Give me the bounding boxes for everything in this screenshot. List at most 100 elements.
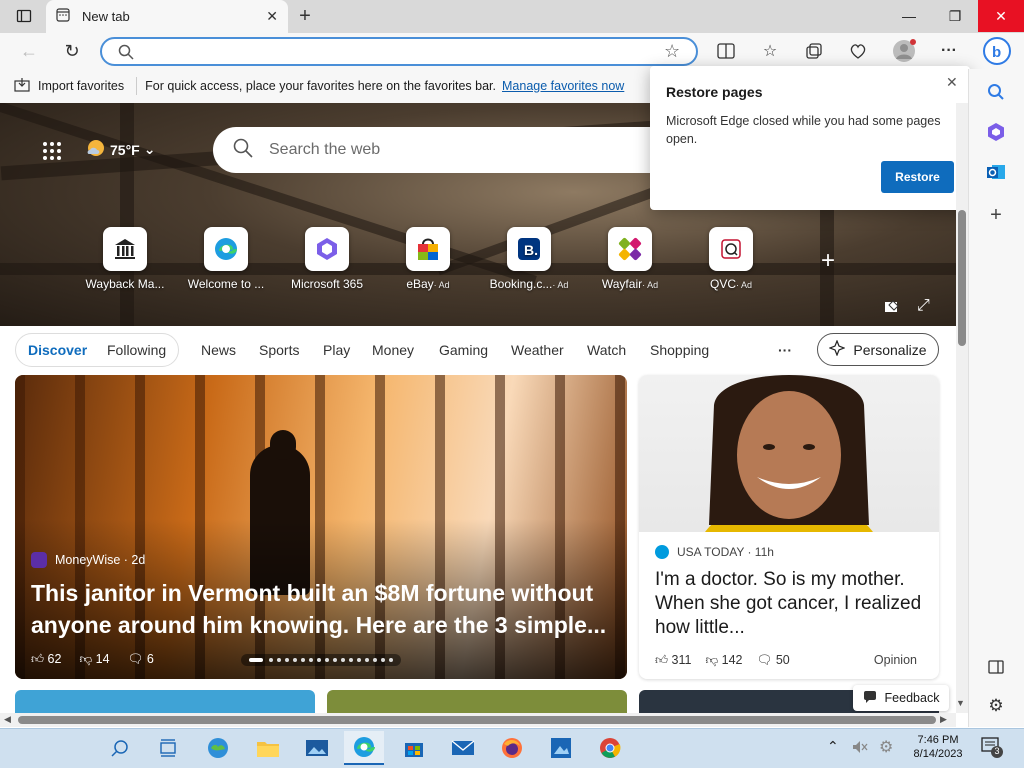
nav-watch[interactable]: Watch [587,342,626,358]
nav-play[interactable]: Play [323,342,350,358]
scroll-left-arrow-icon[interactable]: ◀ [4,714,11,725]
favorites-icon[interactable]: ☆ [755,36,785,66]
like-button[interactable]: 👍︎ 311 [655,653,691,668]
chrome-icon[interactable] [590,731,630,765]
dislike-button[interactable]: 👎︎ 14 [79,652,109,667]
tile-label: eBay [406,277,434,291]
widgets-weather-icon[interactable] [198,731,238,765]
edge-taskbar-icon[interactable] [344,731,384,765]
hide-sidebar-icon[interactable] [984,655,1008,679]
outlook-icon[interactable] [984,160,1008,184]
museum-icon [103,227,147,271]
browser-tab[interactable]: New tab ✕ [46,0,288,33]
add-shortcut-button[interactable]: + [821,247,835,275]
shopping-bag-icon [406,227,450,271]
favorite-star-icon[interactable]: ☆ [664,41,680,62]
weather-widget[interactable]: 75°F ⌄ [84,136,155,163]
nav-more-button[interactable]: ··· [778,342,792,358]
restore-window-button[interactable]: ❐ [932,0,978,32]
network-settings-icon[interactable]: ⚙ [879,737,893,757]
tab-discover[interactable]: Discover [28,342,87,358]
address-bar[interactable]: ☆ [100,37,698,66]
close-tab-icon[interactable]: ✕ [266,8,278,25]
refresh-button[interactable]: ↻ [57,36,87,66]
scroll-right-arrow-icon[interactable]: ▶ [940,714,947,725]
mail-icon[interactable] [443,731,483,765]
task-view-icon[interactable] [148,731,188,765]
bing-chat-icon[interactable]: b [983,37,1011,65]
photos-app-icon[interactable] [297,731,337,765]
nav-gaming[interactable]: Gaming [439,342,488,358]
settings-gear-icon[interactable]: ⚙ [984,694,1008,718]
search-icon[interactable] [984,80,1008,104]
close-window-button[interactable]: ✕ [978,0,1024,32]
split-screen-icon[interactable] [711,36,741,66]
personalize-button[interactable]: Personalize [817,333,939,366]
taskbar-clock[interactable]: 7:46 PM 8/14/2023 [906,733,970,761]
article-card-stub[interactable] [15,690,315,714]
tile-microsoft365[interactable]: Microsoft 365 [282,227,372,291]
show-hidden-icons-chevron[interactable]: ⌃ [827,738,839,755]
article-source-label: USA TODAY · 11h [677,545,774,559]
manage-favorites-link[interactable]: Manage favorites now [502,79,624,93]
tile-booking[interactable]: B. Booking.c...· Ad [484,227,574,291]
nav-news[interactable]: News [201,342,236,358]
nav-shopping[interactable]: Shopping [650,342,709,358]
tile-qvc[interactable]: QVC· Ad [686,227,776,291]
volume-muted-icon[interactable] [852,740,868,757]
carousel-indicator[interactable] [241,654,401,666]
chevron-down-icon: ⌄ [143,141,156,157]
article-reactions: 👍︎ 62 👎︎ 14 🗨︎ 6 [31,652,154,667]
web-search-box[interactable]: Search the web [213,127,673,173]
divider [136,77,138,95]
comments-button[interactable]: 🗨︎ 6 [128,652,154,667]
office-icon[interactable] [984,120,1008,144]
minimize-button[interactable]: — [886,0,932,32]
main-article-card[interactable]: MoneyWise · 2d This janitor in Vermont b… [15,375,627,679]
feedback-label: Feedback [884,691,940,705]
profile-avatar[interactable] [889,36,919,66]
comments-button[interactable]: 🗨︎ 50 [757,653,790,668]
nav-weather[interactable]: Weather [511,342,564,358]
apps-launcher-icon[interactable] [42,141,62,164]
new-tab-button[interactable]: + [290,1,320,31]
tab-following[interactable]: Following [107,342,166,358]
import-favorites-button[interactable]: Import favorites [38,79,124,93]
back-button[interactable]: ← [14,36,44,66]
edit-background-icon[interactable] [884,298,900,317]
personalize-label: Personalize [853,341,927,358]
restore-button[interactable]: Restore [881,161,954,193]
more-options-button[interactable]: ··· [934,36,964,66]
feedback-button[interactable]: Feedback [853,685,949,711]
paint-app-icon[interactable] [541,731,581,765]
collections-icon[interactable] [799,36,829,66]
vertical-scrollbar[interactable] [956,103,968,713]
add-sidebar-app-icon[interactable]: + [984,203,1008,227]
browser-essentials-icon[interactable] [843,36,873,66]
dislike-button[interactable]: 👎︎ 142 [705,653,742,668]
firefox-icon[interactable] [492,731,532,765]
popup-title: Restore pages [666,84,763,100]
start-button[interactable] [0,731,40,765]
like-button[interactable]: 👍︎ 62 [31,652,61,667]
article-headline[interactable]: I'm a doctor. So is my mother. When she … [655,568,925,640]
file-explorer-icon[interactable] [248,731,288,765]
tile-ebay[interactable]: eBay· Ad [383,227,473,291]
tile-welcome[interactable]: Welcome to ... [181,227,271,291]
scroll-down-arrow-icon[interactable]: ▼ [956,698,965,708]
close-popup-icon[interactable]: ✕ [946,74,958,91]
store-icon[interactable] [394,731,434,765]
moneywise-logo-icon [31,552,47,568]
nav-sports[interactable]: Sports [259,342,299,358]
side-article-card[interactable]: USA TODAY · 11h I'm a doctor. So is my m… [639,375,939,679]
tile-wayfair[interactable]: Wayfair· Ad [585,227,675,291]
expand-icon[interactable]: ⤢ [917,297,930,315]
article-card-stub[interactable] [327,690,627,714]
taskbar-search-icon[interactable] [100,731,140,765]
horizontal-scroll-thumb[interactable] [18,716,936,724]
nav-money[interactable]: Money [372,342,414,358]
tab-actions-icon[interactable] [9,1,39,31]
article-headline[interactable]: This janitor in Vermont built an $8M for… [31,577,621,641]
tile-wayback[interactable]: Wayback Ma... [80,227,170,291]
vertical-scroll-thumb[interactable] [958,210,966,346]
